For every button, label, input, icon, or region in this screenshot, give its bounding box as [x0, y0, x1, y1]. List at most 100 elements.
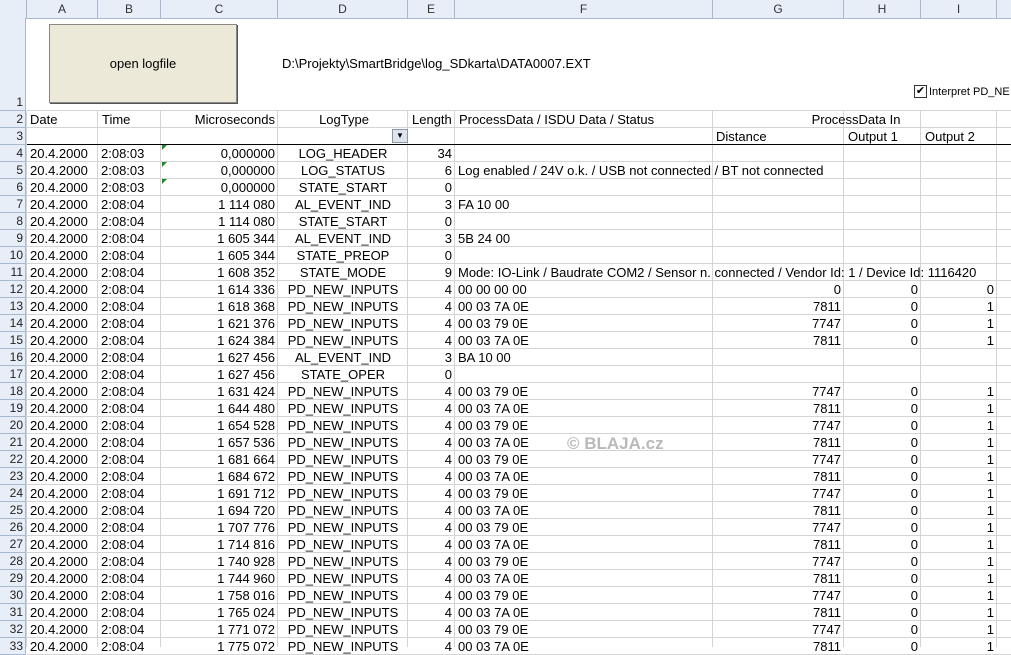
- cell-date[interactable]: 20.4.2000: [27, 349, 98, 366]
- cell-time[interactable]: 2:08:04: [98, 519, 161, 536]
- cell-o2[interactable]: [921, 230, 997, 247]
- cell-o2[interactable]: 1: [921, 298, 997, 315]
- row-header-19[interactable]: 19: [0, 400, 26, 417]
- cell-len[interactable]: 4: [408, 570, 455, 587]
- cell-o2[interactable]: 1: [921, 553, 997, 570]
- cell-o2[interactable]: [921, 349, 997, 366]
- cell-micro[interactable]: 1 605 344: [161, 247, 278, 264]
- header-distance[interactable]: Distance: [713, 128, 770, 145]
- cell-o2[interactable]: 1: [921, 451, 997, 468]
- cell-o2[interactable]: 1: [921, 383, 997, 400]
- cell-type[interactable]: LOG_STATUS: [278, 162, 408, 179]
- cell-dist[interactable]: 7747: [713, 315, 844, 332]
- cell-dist[interactable]: [713, 196, 844, 213]
- cell-len[interactable]: 4: [408, 468, 455, 485]
- header-microseconds[interactable]: Microseconds: [162, 111, 278, 128]
- cell-dist[interactable]: 7811: [713, 298, 844, 315]
- cell-data[interactable]: 00 00 00 00: [455, 281, 530, 298]
- column-header-e[interactable]: E: [408, 0, 455, 18]
- cell-micro[interactable]: 1 618 368: [161, 298, 278, 315]
- cell-type[interactable]: PD_NEW_INPUTS: [278, 298, 408, 315]
- cell-micro[interactable]: 1 657 536: [161, 434, 278, 451]
- cell-dist[interactable]: [713, 264, 844, 281]
- cell-dist[interactable]: 7811: [713, 468, 844, 485]
- row-header-17[interactable]: 17: [0, 366, 26, 383]
- cell-o1[interactable]: 0: [844, 536, 921, 553]
- cell-dist[interactable]: 7747: [713, 451, 844, 468]
- cell-o1[interactable]: [844, 196, 921, 213]
- cell-type[interactable]: PD_NEW_INPUTS: [278, 485, 408, 502]
- cell-o2[interactable]: [921, 179, 997, 196]
- cell-date[interactable]: 20.4.2000: [27, 451, 98, 468]
- cell-data[interactable]: 00 03 7A 0E: [455, 604, 532, 621]
- cell-o2[interactable]: 1: [921, 485, 997, 502]
- cell-date[interactable]: 20.4.2000: [27, 213, 98, 230]
- cell-time[interactable]: 2:08:04: [98, 468, 161, 485]
- cell-data[interactable]: 00 03 79 0E: [455, 587, 531, 604]
- row-header-30[interactable]: 30: [0, 587, 26, 604]
- header-date[interactable]: Date: [27, 111, 60, 128]
- cell-len[interactable]: 4: [408, 451, 455, 468]
- cell-data[interactable]: 00 03 79 0E: [455, 315, 531, 332]
- cell-micro[interactable]: 1 694 720: [161, 502, 278, 519]
- cell-o1[interactable]: [844, 264, 921, 281]
- cell-micro[interactable]: 1 681 664: [161, 451, 278, 468]
- cell-o2[interactable]: [921, 162, 997, 179]
- cell-dist[interactable]: [713, 145, 844, 162]
- cell-data[interactable]: [455, 145, 461, 162]
- row-header-25[interactable]: 25: [0, 502, 26, 519]
- cell-o1[interactable]: 0: [844, 315, 921, 332]
- row-header-10[interactable]: 10: [0, 247, 26, 264]
- cell-o1[interactable]: [844, 213, 921, 230]
- cell-type[interactable]: PD_NEW_INPUTS: [278, 451, 408, 468]
- cell-dist[interactable]: 7747: [713, 519, 844, 536]
- row-header-2[interactable]: 2: [0, 111, 26, 128]
- cell-micro[interactable]: 1 621 376: [161, 315, 278, 332]
- cell-type[interactable]: PD_NEW_INPUTS: [278, 604, 408, 621]
- column-header-a[interactable]: A: [27, 0, 98, 18]
- row-header-1[interactable]: 1: [0, 18, 26, 111]
- cell-len[interactable]: 0: [408, 213, 455, 230]
- cell-type[interactable]: PD_NEW_INPUTS: [278, 332, 408, 349]
- row-header-6[interactable]: 6: [0, 179, 26, 196]
- column-header-b[interactable]: B: [98, 0, 161, 18]
- cell-dist[interactable]: 7747: [713, 553, 844, 570]
- cell-o1[interactable]: 0: [844, 553, 921, 570]
- cell-o1[interactable]: [844, 349, 921, 366]
- column-header-d[interactable]: D: [278, 0, 408, 18]
- cell-type[interactable]: PD_NEW_INPUTS: [278, 587, 408, 604]
- cell-len[interactable]: 4: [408, 502, 455, 519]
- cell-micro[interactable]: 1 740 928: [161, 553, 278, 570]
- cell-o1[interactable]: [844, 366, 921, 383]
- cell-time[interactable]: 2:08:03: [98, 179, 161, 196]
- cell-data[interactable]: 00 03 79 0E: [455, 417, 531, 434]
- cell-len[interactable]: 0: [408, 366, 455, 383]
- cell-dist[interactable]: 7811: [713, 570, 844, 587]
- cell-o1[interactable]: 0: [844, 604, 921, 621]
- cell-o2[interactable]: [921, 247, 997, 264]
- cell-micro[interactable]: 1 771 072: [161, 621, 278, 638]
- cell-micro[interactable]: 1 714 816: [161, 536, 278, 553]
- header-output2[interactable]: Output 2: [922, 128, 978, 145]
- cell-dist[interactable]: 7811: [713, 332, 844, 349]
- cell-micro[interactable]: 1 627 456: [161, 349, 278, 366]
- cell-type[interactable]: LOG_HEADER: [278, 145, 408, 162]
- cell-micro[interactable]: 1 605 344: [161, 230, 278, 247]
- cell-o2[interactable]: [921, 196, 997, 213]
- cell-data[interactable]: [455, 213, 461, 230]
- cell-o2[interactable]: [921, 264, 997, 281]
- cell-len[interactable]: 4: [408, 332, 455, 349]
- row-header-12[interactable]: 12: [0, 281, 26, 298]
- row-header-20[interactable]: 20: [0, 417, 26, 434]
- cell-o1[interactable]: 0: [844, 519, 921, 536]
- cell-o1[interactable]: 0: [844, 417, 921, 434]
- cell-data[interactable]: FA 10 00: [455, 196, 512, 213]
- cell-type[interactable]: STATE_OPER: [278, 366, 408, 383]
- cell-micro[interactable]: 1 654 528: [161, 417, 278, 434]
- cell-date[interactable]: 20.4.2000: [27, 264, 98, 281]
- cell-o1[interactable]: 0: [844, 434, 921, 451]
- row-header-24[interactable]: 24: [0, 485, 26, 502]
- filter-dropdown-icon[interactable]: ▼: [392, 129, 408, 143]
- cell-dist[interactable]: 7747: [713, 587, 844, 604]
- header-time[interactable]: Time: [99, 111, 133, 128]
